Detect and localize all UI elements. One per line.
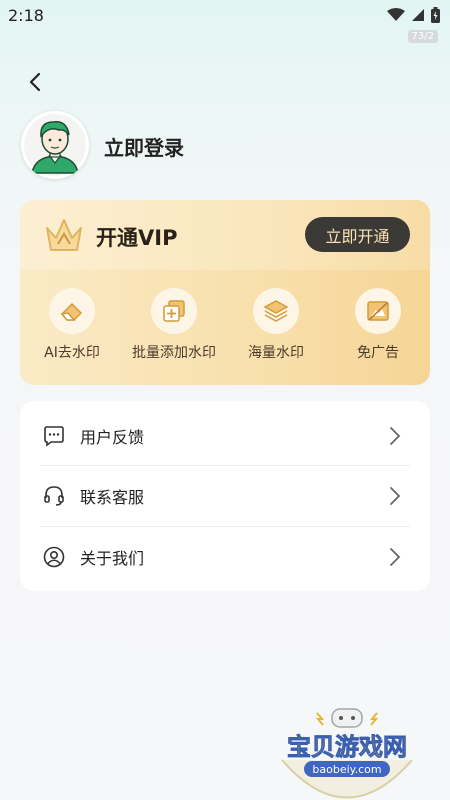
menu-item-about[interactable]: 关于我们 <box>40 527 410 587</box>
avatar[interactable] <box>21 111 89 179</box>
back-button[interactable] <box>24 70 48 94</box>
menu-item-feedback[interactable]: 用户反馈 <box>40 406 410 466</box>
feature-label: 免广告 <box>357 345 399 361</box>
signal-icon <box>412 9 424 21</box>
site-watermark-logo: 宝贝游戏网 baobeiy.com <box>281 708 413 799</box>
battery-icon <box>431 7 440 23</box>
feature-label: 批量添加水印 <box>132 345 216 361</box>
chevron-right-icon <box>390 548 401 566</box>
feature-label: 海量水印 <box>248 345 304 361</box>
headset-icon <box>44 486 64 506</box>
login-link[interactable]: 立即登录 <box>104 132 184 161</box>
open-vip-button[interactable]: 立即开通 <box>305 217 410 252</box>
status-icons <box>387 7 440 23</box>
chevron-right-icon <box>390 427 401 445</box>
feature-icon-wrap <box>253 288 299 334</box>
back-arrow-icon <box>29 72 41 92</box>
menu-item-customer-service[interactable]: 联系客服 <box>40 466 410 526</box>
user-circle-icon <box>43 546 65 568</box>
feature-massive-watermarks[interactable]: 海量水印 <box>226 288 326 362</box>
feature-icon-wrap <box>151 288 197 334</box>
feature-no-ads[interactable]: 免广告 <box>328 288 428 362</box>
vip-title: 开通VIP <box>96 226 178 250</box>
feature-icon-wrap <box>355 288 401 334</box>
menu-card: 用户反馈 联系客服 关于我们 <box>20 401 430 591</box>
no-ads-icon <box>367 301 389 321</box>
crown-icon <box>46 219 82 251</box>
eraser-icon <box>60 302 83 321</box>
chevron-right-icon <box>390 487 401 505</box>
status-bar: 2:18 <box>0 0 450 30</box>
status-time: 2:18 <box>8 6 44 25</box>
wifi-icon <box>387 8 405 21</box>
add-watermark-icon <box>163 300 185 322</box>
site-name: 宝贝游戏网 <box>287 733 407 761</box>
feature-batch-add-watermark[interactable]: 批量添加水印 <box>124 288 224 362</box>
menu-item-label: 用户反馈 <box>80 428 145 447</box>
menu-item-label: 联系客服 <box>80 488 145 507</box>
vip-card: 开通VIP 立即开通 AI去水印 批量添加水印 海量水印 免广告 <box>20 200 430 385</box>
feature-icon-wrap <box>49 288 95 334</box>
feature-ai-remove-watermark[interactable]: AI去水印 <box>22 288 122 362</box>
layers-icon <box>263 300 289 322</box>
status-badge: 73/2 <box>407 30 438 43</box>
feature-label: AI去水印 <box>44 345 100 361</box>
menu-item-label: 关于我们 <box>80 549 145 568</box>
site-url: baobeiy.com <box>312 763 381 776</box>
user-avatar-icon <box>24 114 86 176</box>
chat-feedback-icon <box>44 426 64 447</box>
